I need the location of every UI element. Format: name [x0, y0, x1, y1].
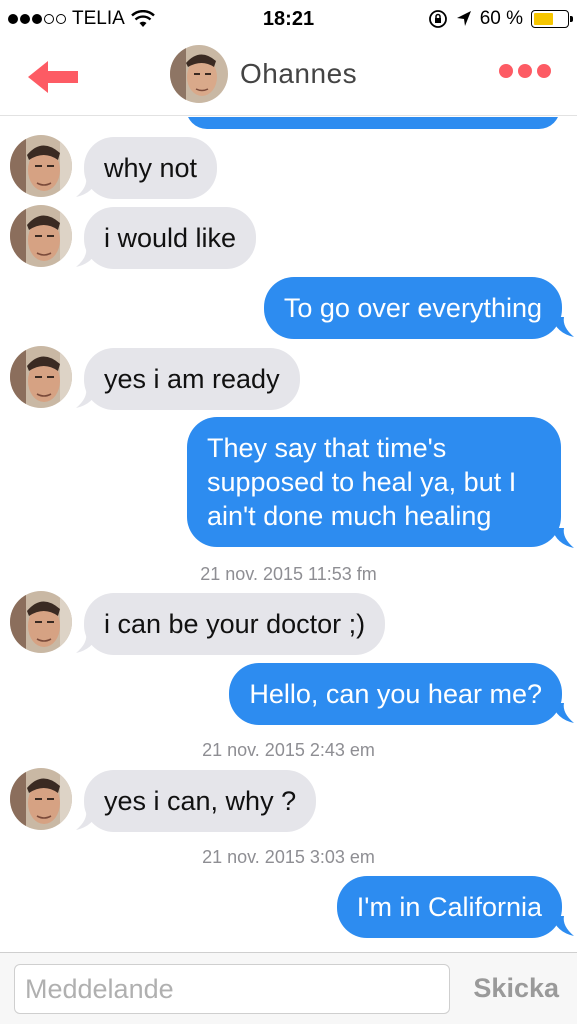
back-arrow-icon[interactable]: [26, 58, 82, 96]
incoming-message[interactable]: yes i am ready: [84, 348, 300, 410]
incoming-message[interactable]: i can be your doctor ;): [84, 593, 386, 655]
incoming-message[interactable]: yes i can, why ?: [84, 770, 317, 832]
timestamp: 21 nov. 2015 3:03 em: [202, 847, 375, 867]
incoming-message[interactable]: why not: [84, 137, 218, 199]
timestamp: 21 nov. 2015 2:43 em: [202, 740, 375, 760]
contact-header[interactable]: Ohannes: [170, 45, 357, 103]
more-dots-icon[interactable]: [499, 64, 551, 78]
partial-outgoing-bubble: [186, 117, 560, 129]
incoming-message[interactable]: i would like: [84, 207, 257, 269]
battery-percent: 60 %: [479, 8, 523, 29]
status-bar: TELIA 18:21 60 %: [0, 0, 577, 40]
contact-name[interactable]: Ohannes: [240, 58, 357, 90]
battery-icon: [531, 10, 573, 28]
avatar[interactable]: [10, 205, 72, 267]
avatar[interactable]: [10, 346, 72, 408]
send-button[interactable]: Skicka: [473, 973, 559, 1004]
location-arrow-icon: [456, 11, 471, 26]
outgoing-message[interactable]: Hello, can you hear me?: [229, 663, 562, 725]
message-input[interactable]: [14, 964, 450, 1014]
avatar[interactable]: [10, 135, 72, 197]
outgoing-message[interactable]: They say that time's supposed to heal ya…: [187, 417, 561, 547]
outgoing-message[interactable]: I'm in California: [336, 876, 562, 938]
timestamp: 21 nov. 2015 11:53 fm: [200, 564, 377, 584]
composer-bar: Skicka: [0, 952, 577, 1024]
message-list[interactable]: why not i would like To go over everythi…: [0, 117, 577, 952]
status-right: 60 %: [428, 8, 573, 30]
avatar[interactable]: [10, 591, 72, 653]
rotation-lock-icon: [428, 10, 447, 28]
contact-avatar[interactable]: [170, 45, 228, 103]
nav-bar: Ohannes: [0, 40, 577, 116]
avatar[interactable]: [10, 768, 72, 830]
outgoing-message[interactable]: To go over everything: [263, 277, 562, 339]
